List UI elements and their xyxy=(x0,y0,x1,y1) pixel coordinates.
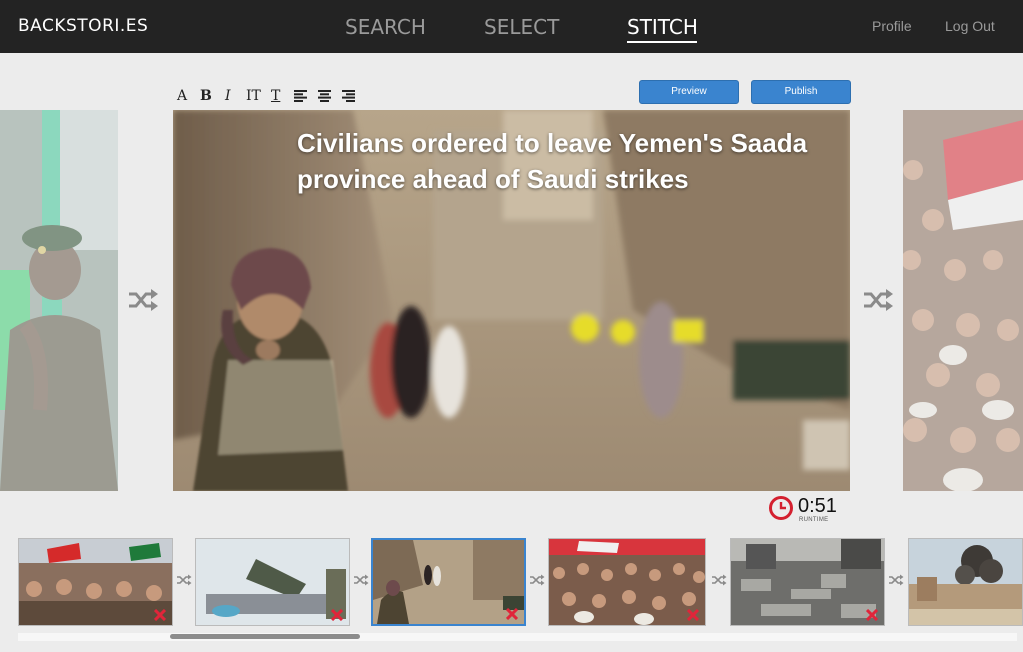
underline-tool[interactable]: T xyxy=(271,88,280,104)
shuffle-icon[interactable] xyxy=(888,574,904,586)
nav-stitch[interactable]: STITCH xyxy=(627,15,698,39)
filmstrip-thumb[interactable] xyxy=(730,538,885,626)
shuffle-icon[interactable] xyxy=(127,288,159,312)
remove-icon[interactable] xyxy=(687,609,699,621)
profile-link[interactable]: Profile xyxy=(872,18,912,34)
next-clip-image[interactable] xyxy=(903,110,1023,491)
previous-clip-image[interactable] xyxy=(0,110,118,491)
remove-icon[interactable] xyxy=(331,609,343,621)
filmstrip-thumb[interactable] xyxy=(548,538,706,626)
align-center-icon[interactable] xyxy=(318,90,331,102)
font-tool[interactable]: A xyxy=(177,88,187,104)
filmstrip-scrollbar-track[interactable] xyxy=(18,633,1017,641)
bold-tool[interactable]: B xyxy=(200,88,212,104)
top-nav-bar: BACKSTORI.ES SEARCH SELECT STITCH Profil… xyxy=(0,0,1023,53)
preview-button[interactable]: Preview xyxy=(639,80,739,104)
filmstrip-thumb[interactable] xyxy=(195,538,350,626)
main-clip-image[interactable]: Civilians ordered to leave Yemen's Saada… xyxy=(173,110,850,491)
remove-icon[interactable] xyxy=(866,609,878,621)
align-right-icon[interactable] xyxy=(342,90,355,102)
filmstrip-thumb[interactable] xyxy=(18,538,173,626)
filmstrip-thumb-selected[interactable] xyxy=(371,538,526,626)
runtime-value: 0:51 xyxy=(798,495,837,517)
logout-link[interactable]: Log Out xyxy=(945,18,995,34)
story-headline[interactable]: Civilians ordered to leave Yemen's Saada… xyxy=(297,125,837,197)
filmstrip-thumb[interactable] xyxy=(908,538,1023,626)
shuffle-icon[interactable] xyxy=(862,288,894,312)
nav-search[interactable]: SEARCH xyxy=(345,15,426,39)
nav-select[interactable]: SELECT xyxy=(484,15,559,39)
clock-icon xyxy=(769,496,793,520)
shuffle-icon[interactable] xyxy=(176,574,192,586)
filmstrip-scrollbar-thumb[interactable] xyxy=(170,634,360,639)
shuffle-icon[interactable] xyxy=(529,574,545,586)
text-size-tool[interactable]: IT xyxy=(246,88,261,104)
shuffle-icon[interactable] xyxy=(353,574,369,586)
brand-logo[interactable]: BACKSTORI.ES xyxy=(18,16,148,36)
remove-icon[interactable] xyxy=(506,608,518,620)
align-left-icon[interactable] xyxy=(294,90,307,102)
active-nav-underline xyxy=(627,41,697,43)
italic-tool[interactable]: I xyxy=(225,88,231,104)
shuffle-icon[interactable] xyxy=(711,574,727,586)
runtime-label: RUNTIME xyxy=(799,517,829,523)
publish-button[interactable]: Publish xyxy=(751,80,851,104)
remove-icon[interactable] xyxy=(154,609,166,621)
